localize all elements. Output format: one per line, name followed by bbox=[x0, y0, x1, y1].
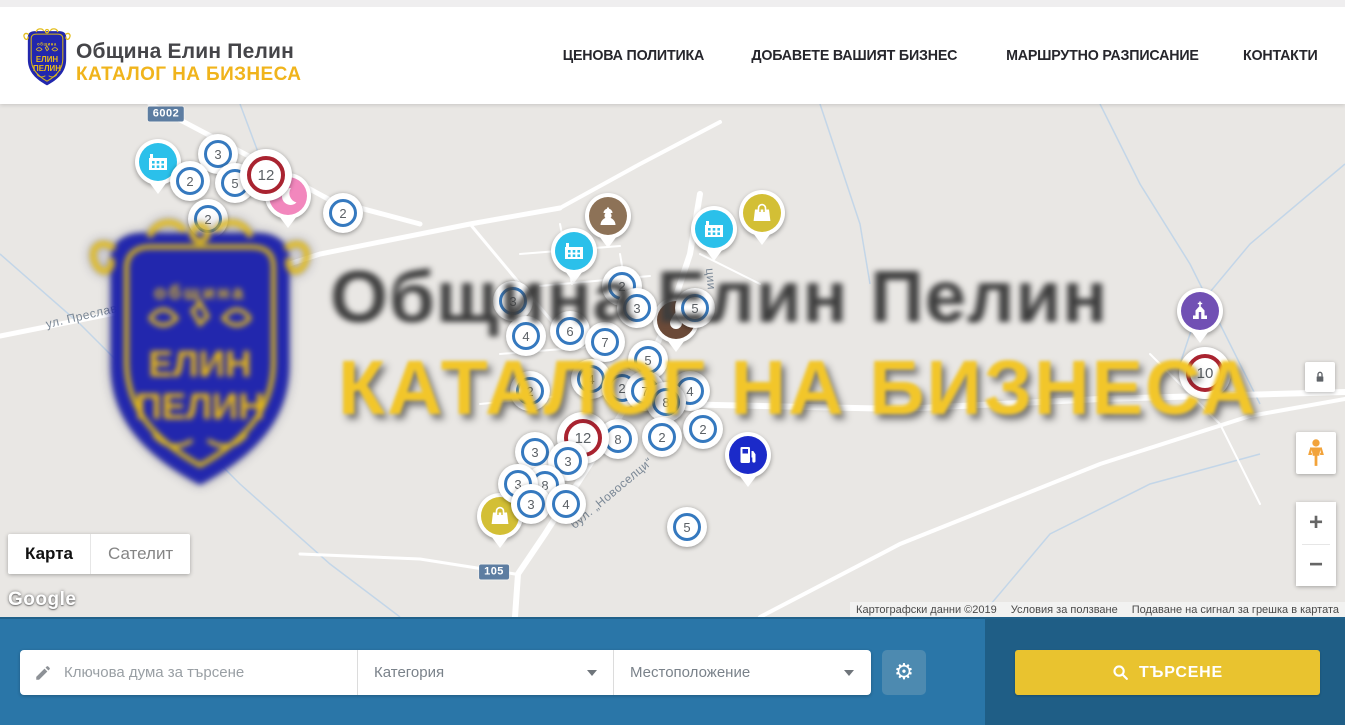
zoom-control: + − bbox=[1296, 502, 1336, 586]
cluster-count: 3 bbox=[499, 287, 527, 315]
cluster-count: 3 bbox=[521, 438, 549, 466]
google-logo[interactable]: Google bbox=[8, 589, 76, 611]
location-select[interactable]: Местоположение bbox=[614, 650, 870, 695]
search-button[interactable]: ТЪРСЕНЕ bbox=[1015, 650, 1320, 695]
cluster-count: 12 bbox=[247, 156, 285, 194]
cluster-marker[interactable]: 8 bbox=[646, 382, 686, 422]
cluster-marker[interactable]: 5 bbox=[675, 288, 715, 328]
factory-icon bbox=[695, 210, 733, 248]
map-type-map-button[interactable]: Карта bbox=[8, 534, 90, 574]
cluster-marker[interactable]: 3 bbox=[493, 281, 533, 321]
nav-item-contacts[interactable]: КОНТАКТИ bbox=[1243, 47, 1318, 64]
map-pin-bag[interactable] bbox=[739, 190, 785, 236]
cluster-count: 3 bbox=[623, 294, 651, 322]
attribution-item-1[interactable]: Условия за ползване bbox=[1011, 604, 1118, 616]
lock-icon[interactable] bbox=[1305, 362, 1335, 392]
map-pin-worker[interactable] bbox=[585, 193, 631, 239]
nav-item-pricing[interactable]: ЦЕНОВА ПОЛИТИКА bbox=[563, 47, 704, 64]
zoom-out-button[interactable]: − bbox=[1296, 545, 1336, 587]
map-attribution: Картографски данни ©2019 Условия за ползв… bbox=[850, 602, 1345, 617]
cluster-marker[interactable]: 2 bbox=[170, 161, 210, 201]
cluster-count: 3 bbox=[517, 490, 545, 518]
category-select[interactable]: Категория bbox=[358, 650, 614, 695]
cluster-marker[interactable]: 6 bbox=[550, 311, 590, 351]
cluster-count: 2 bbox=[648, 423, 676, 451]
cluster-marker[interactable]: 2 bbox=[510, 371, 550, 411]
cluster-count: 6 bbox=[556, 317, 584, 345]
svg-text:ПЕЛИН: ПЕЛИН bbox=[33, 64, 61, 73]
cluster-marker[interactable]: 3 bbox=[511, 484, 551, 524]
cluster-count: 4 bbox=[577, 365, 605, 393]
cluster-marker[interactable]: 5 bbox=[667, 507, 707, 547]
cluster-count: 2 bbox=[329, 199, 357, 227]
road-shield-6002: 6002 bbox=[148, 107, 184, 122]
cluster-marker[interactable]: 12 bbox=[240, 149, 292, 201]
cluster-marker[interactable]: 4 bbox=[546, 484, 586, 524]
street-label: ции bbox=[703, 268, 719, 291]
keyword-field-wrap bbox=[20, 650, 358, 695]
fuel-icon bbox=[729, 436, 767, 474]
cluster-count: 2 bbox=[516, 377, 544, 405]
cluster-marker[interactable]: 2 bbox=[642, 417, 682, 457]
pencil-icon bbox=[34, 664, 52, 682]
factory-icon bbox=[555, 232, 593, 270]
bag-icon bbox=[743, 194, 781, 232]
search-icon bbox=[1112, 664, 1129, 681]
cluster-marker[interactable]: 2 bbox=[188, 199, 228, 239]
attribution-item-0: Картографски данни ©2019 bbox=[856, 604, 997, 616]
zoom-in-button[interactable]: + bbox=[1296, 502, 1336, 544]
cluster-marker[interactable]: 4 bbox=[506, 316, 546, 356]
cluster-count: 4 bbox=[552, 490, 580, 518]
gear-icon: ⚙ bbox=[894, 660, 914, 685]
cluster-marker[interactable]: 2 bbox=[323, 193, 363, 233]
church-icon bbox=[1181, 292, 1219, 330]
cluster-marker[interactable]: 7 bbox=[585, 322, 625, 362]
map-canvas[interactable]: 6002105 ул. Преславбул. „Новоселци“ции bbox=[0, 104, 1345, 617]
cluster-count: 2 bbox=[689, 415, 717, 443]
header: община ЕЛИН ПЕЛИН Община Елин Пелин КАТА… bbox=[0, 0, 1345, 104]
cluster-count: 5 bbox=[681, 294, 709, 322]
nav-item-add-business[interactable]: ДОБАВЕТЕ ВАШИЯТ БИЗНЕС bbox=[751, 47, 957, 64]
road-shield-105: 105 bbox=[479, 565, 509, 580]
site-title-line2: КАТАЛОГ НА БИЗНЕСА bbox=[76, 64, 301, 86]
cluster-marker[interactable]: 2 bbox=[683, 409, 723, 449]
keyword-search-input[interactable] bbox=[64, 664, 343, 681]
main-nav: ЦЕНОВА ПОЛИТИКА ДОБАВЕТЕ ВАШИЯТ БИЗНЕС МАР… bbox=[559, 7, 1320, 104]
nav-item-route-schedule[interactable]: МАРШРУТНО РАЗПИСАНИЕ bbox=[1006, 47, 1199, 64]
attribution-item-2[interactable]: Подаване на сигнал за грешка в картата bbox=[1132, 604, 1339, 616]
map-pin-fuel[interactable] bbox=[725, 432, 771, 478]
site-title: Община Елин Пелин КАТАЛОГ НА БИЗНЕСА bbox=[76, 40, 301, 86]
cluster-marker[interactable]: 3 bbox=[617, 288, 657, 328]
svg-text:ЕЛИН: ЕЛИН bbox=[36, 55, 59, 64]
pegman-street-view-button[interactable] bbox=[1296, 432, 1336, 474]
map-pin-factory[interactable] bbox=[551, 228, 597, 274]
search-panel: Категория Местоположение ⚙ ТЪРСЕНЕ bbox=[0, 617, 1345, 725]
cluster-marker[interactable]: 10 bbox=[1179, 347, 1231, 399]
cluster-count: 5 bbox=[673, 513, 701, 541]
map-pin-church[interactable] bbox=[1177, 288, 1223, 334]
chevron-down-icon bbox=[844, 670, 854, 676]
worker-icon bbox=[589, 197, 627, 235]
cluster-count: 10 bbox=[1186, 354, 1224, 392]
site-title-line1: Община Елин Пелин bbox=[76, 40, 301, 64]
search-button-label: ТЪРСЕНЕ bbox=[1139, 664, 1223, 682]
pegman-icon bbox=[1305, 438, 1327, 468]
map-type-control: Карта Сателит bbox=[8, 534, 190, 574]
advanced-settings-button[interactable]: ⚙ bbox=[882, 650, 926, 695]
map-type-satellite-button[interactable]: Сателит bbox=[90, 534, 190, 574]
cluster-count: 4 bbox=[512, 322, 540, 350]
cluster-count: 8 bbox=[652, 388, 680, 416]
search-box: Категория Местоположение bbox=[20, 650, 871, 695]
municipality-crest-logo[interactable]: община ЕЛИН ПЕЛИН bbox=[22, 27, 72, 93]
map-pin-factory[interactable] bbox=[691, 206, 737, 252]
location-select-value: Местоположение bbox=[630, 664, 750, 681]
cluster-count: 2 bbox=[176, 167, 204, 195]
chevron-down-icon bbox=[587, 670, 597, 676]
cluster-count: 5 bbox=[634, 346, 662, 374]
cluster-count: 2 bbox=[194, 205, 222, 233]
category-select-value: Категория bbox=[374, 664, 444, 681]
cluster-count: 7 bbox=[591, 328, 619, 356]
